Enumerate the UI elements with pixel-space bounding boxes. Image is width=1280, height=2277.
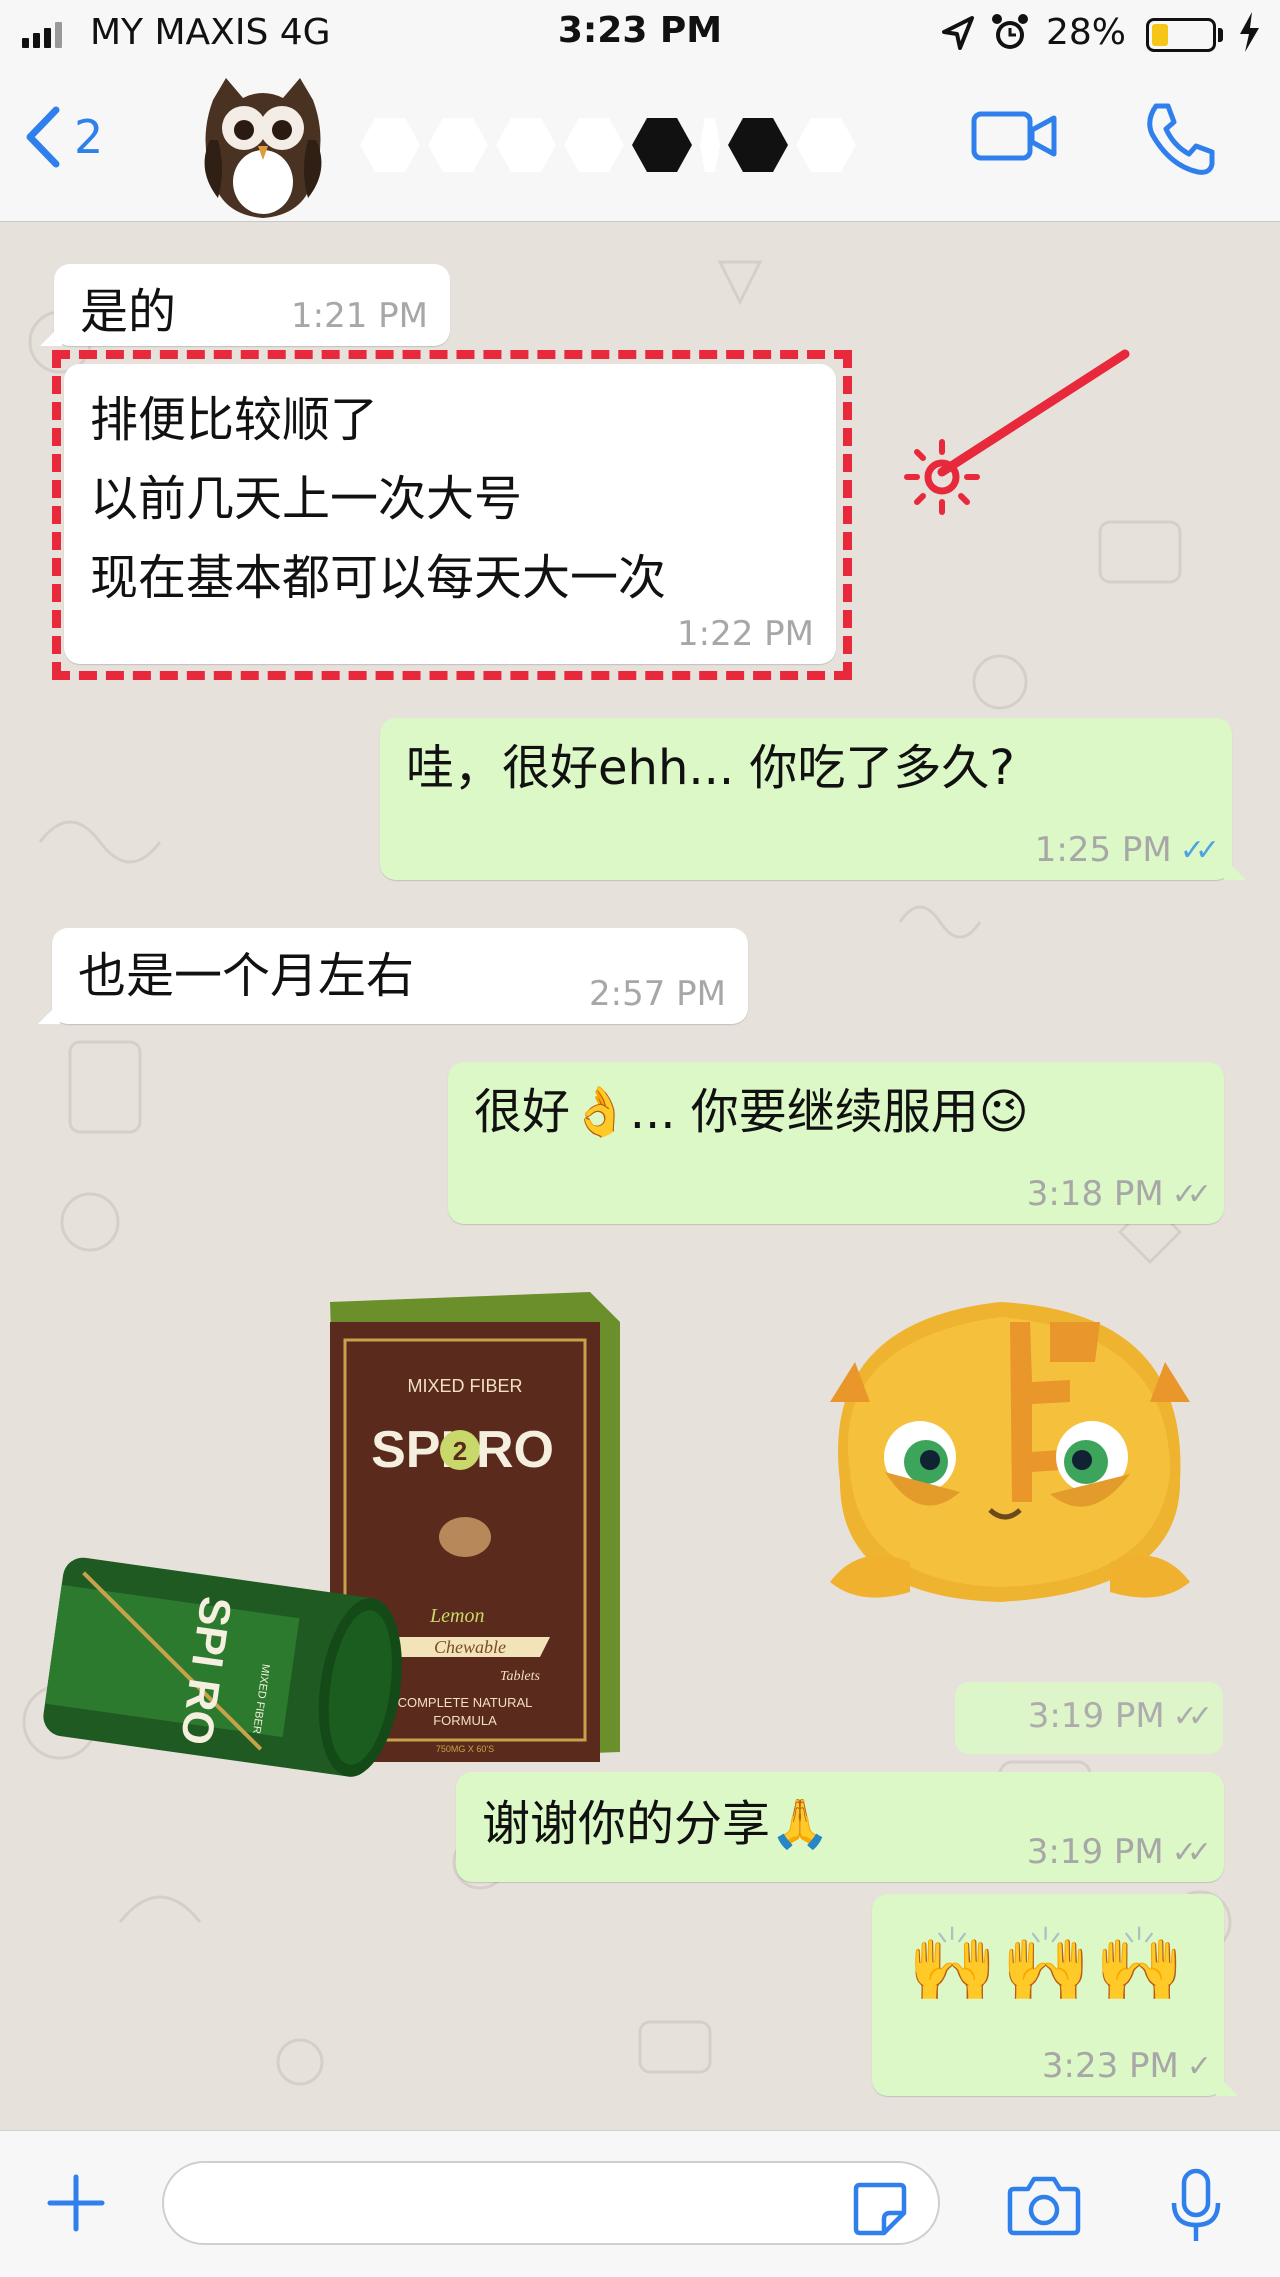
click-pointer-annotation: [880, 282, 1140, 546]
box-brand-sup: 2: [453, 1436, 467, 1466]
box-formula-2: FORMULA: [433, 1713, 497, 1728]
message-bubble-outgoing[interactable]: 谢谢你的分享🙏 3:19 PM ✓✓: [456, 1772, 1224, 1882]
sticker-button[interactable]: [850, 2179, 910, 2243]
redaction-hex: [796, 118, 856, 172]
message-timestamp: 3:18 PM ✓✓: [1026, 1174, 1212, 1214]
redaction-hex: [564, 118, 624, 172]
message-line: 以前几天上一次大号: [90, 470, 523, 527]
back-button[interactable]: 2: [22, 106, 103, 168]
redaction-hex: [428, 118, 488, 172]
microphone-icon: [1171, 2168, 1221, 2241]
bubble-tail: [1224, 858, 1246, 880]
message-time: 1:21 PM: [291, 296, 428, 336]
voice-call-button[interactable]: [1140, 100, 1218, 182]
message-time: 2:57 PM: [589, 974, 726, 1014]
message-bubble-incoming[interactable]: 也是一个月左右 2:57 PM: [38, 928, 748, 1024]
bubble-tail: [38, 1002, 60, 1024]
message-line: 现在基本都可以每天大一次: [90, 549, 667, 606]
cat-sticker[interactable]: [800, 1262, 1220, 1672]
phone-icon: [1147, 103, 1215, 175]
status-bar: MY MAXIS 4G 3:23 PM 28%: [0, 0, 1280, 70]
back-chevron-icon: [26, 106, 60, 168]
redaction-hex: [496, 118, 556, 172]
message-time: 3:19 PM: [1026, 1832, 1164, 1872]
chat-area[interactable]: 是的 1:21 PM 排便比较顺了 以前几天上一次大号 现在基本都可以每天大一次…: [0, 222, 1280, 2130]
box-brand-right: RO: [476, 1421, 554, 1479]
message-bubble-incoming-highlighted[interactable]: 排便比较顺了 以前几天上一次大号 现在基本都可以每天大一次 1:22 PM: [64, 364, 836, 664]
battery-fill: [1152, 24, 1168, 46]
alarm-clock-icon: [990, 12, 1030, 63]
camera-button[interactable]: [1006, 2173, 1082, 2241]
message-bubble-outgoing[interactable]: 🙌🙌🙌 3:23 PM ✓: [872, 1894, 1238, 2096]
attach-button[interactable]: [44, 2171, 108, 2239]
message-time: 3:23 PM: [1041, 2046, 1179, 2086]
camera-icon: [1007, 2176, 1081, 2236]
message-text: 🙌🙌🙌: [907, 1922, 1189, 2006]
delivered-receipt-icon: ✓✓: [1171, 1176, 1212, 1212]
composer-bar: [0, 2130, 1280, 2277]
message-text: 哇，很好ehh... 你吃了多久?: [406, 740, 1015, 796]
voice-message-button[interactable]: [1168, 2167, 1224, 2251]
message-timestamp: 1:21 PM: [291, 296, 428, 336]
box-flavor: Lemon: [429, 1605, 484, 1627]
video-call-icon: [971, 111, 1057, 161]
bubble-tail: [1216, 2074, 1238, 2096]
charging-bolt-icon: [1236, 10, 1262, 63]
message-timestamp: 3:19 PM ✓✓: [1027, 1696, 1213, 1736]
sticker-timestamp-pill: 3:19 PM ✓✓: [955, 1682, 1223, 1754]
battery-percent: 28%: [1046, 12, 1127, 53]
message-bubble-incoming[interactable]: 是的 1:21 PM: [40, 264, 450, 346]
location-arrow-icon: [940, 14, 976, 63]
delivered-receipt-icon: ✓✓: [1172, 1698, 1213, 1734]
battery-icon: [1146, 18, 1216, 52]
plus-icon: [47, 2174, 105, 2232]
box-count: 750MG X 60'S: [436, 1744, 494, 1754]
message-input[interactable]: [162, 2161, 940, 2245]
box-ribbon: Chewable: [434, 1637, 506, 1657]
battery-tip: [1218, 28, 1223, 42]
message-timestamp: 3:23 PM ✓: [1041, 2046, 1212, 2086]
redaction-hex: [360, 118, 420, 172]
redaction-hex: [632, 118, 692, 172]
message-time: 3:19 PM: [1027, 1696, 1165, 1736]
redaction-hex: [700, 118, 720, 172]
box-formula-1: COMPLETE NATURAL: [398, 1695, 533, 1710]
message-time: 1:22 PM: [677, 614, 814, 654]
video-call-button[interactable]: [970, 106, 1060, 170]
message-bubble-outgoing[interactable]: 很好👌... 你要继续服用😉 3:18 PM ✓✓: [448, 1062, 1224, 1224]
message-bubble-outgoing[interactable]: 哇，很好ehh... 你吃了多久? 1:25 PM ✓✓: [380, 718, 1246, 880]
owl-avatar[interactable]: [188, 70, 338, 222]
read-receipt-icon: ✓✓: [1179, 832, 1220, 868]
chat-header: 2: [0, 70, 1280, 222]
redaction-hex: [728, 118, 788, 172]
bubble-tail: [40, 324, 62, 346]
message-line: 排便比较顺了: [90, 392, 379, 448]
box-top-text: MIXED FIBER: [407, 1376, 522, 1396]
message-text: 很好👌... 你要继续服用😉: [474, 1084, 1029, 1140]
box-tablets: Tablets: [500, 1669, 540, 1684]
message-timestamp: 3:19 PM ✓✓: [1026, 1832, 1212, 1872]
sticker-icon: [853, 2182, 907, 2236]
product-image-spiro: MIXED FIBER SPI 2 RO Lemon Chewable Tabl…: [30, 1282, 630, 1802]
message-time: 3:18 PM: [1026, 1174, 1164, 1214]
sent-receipt-icon: ✓: [1186, 2048, 1212, 2084]
contact-name-redacted[interactable]: [360, 110, 856, 180]
message-timestamp: 1:22 PM: [677, 614, 814, 654]
message-timestamp: 1:25 PM ✓✓: [1034, 830, 1220, 870]
delivered-receipt-icon: ✓✓: [1171, 1834, 1212, 1870]
unread-count: 2: [74, 110, 104, 164]
message-time: 1:25 PM: [1034, 830, 1172, 870]
message-timestamp: 2:57 PM: [589, 974, 726, 1014]
